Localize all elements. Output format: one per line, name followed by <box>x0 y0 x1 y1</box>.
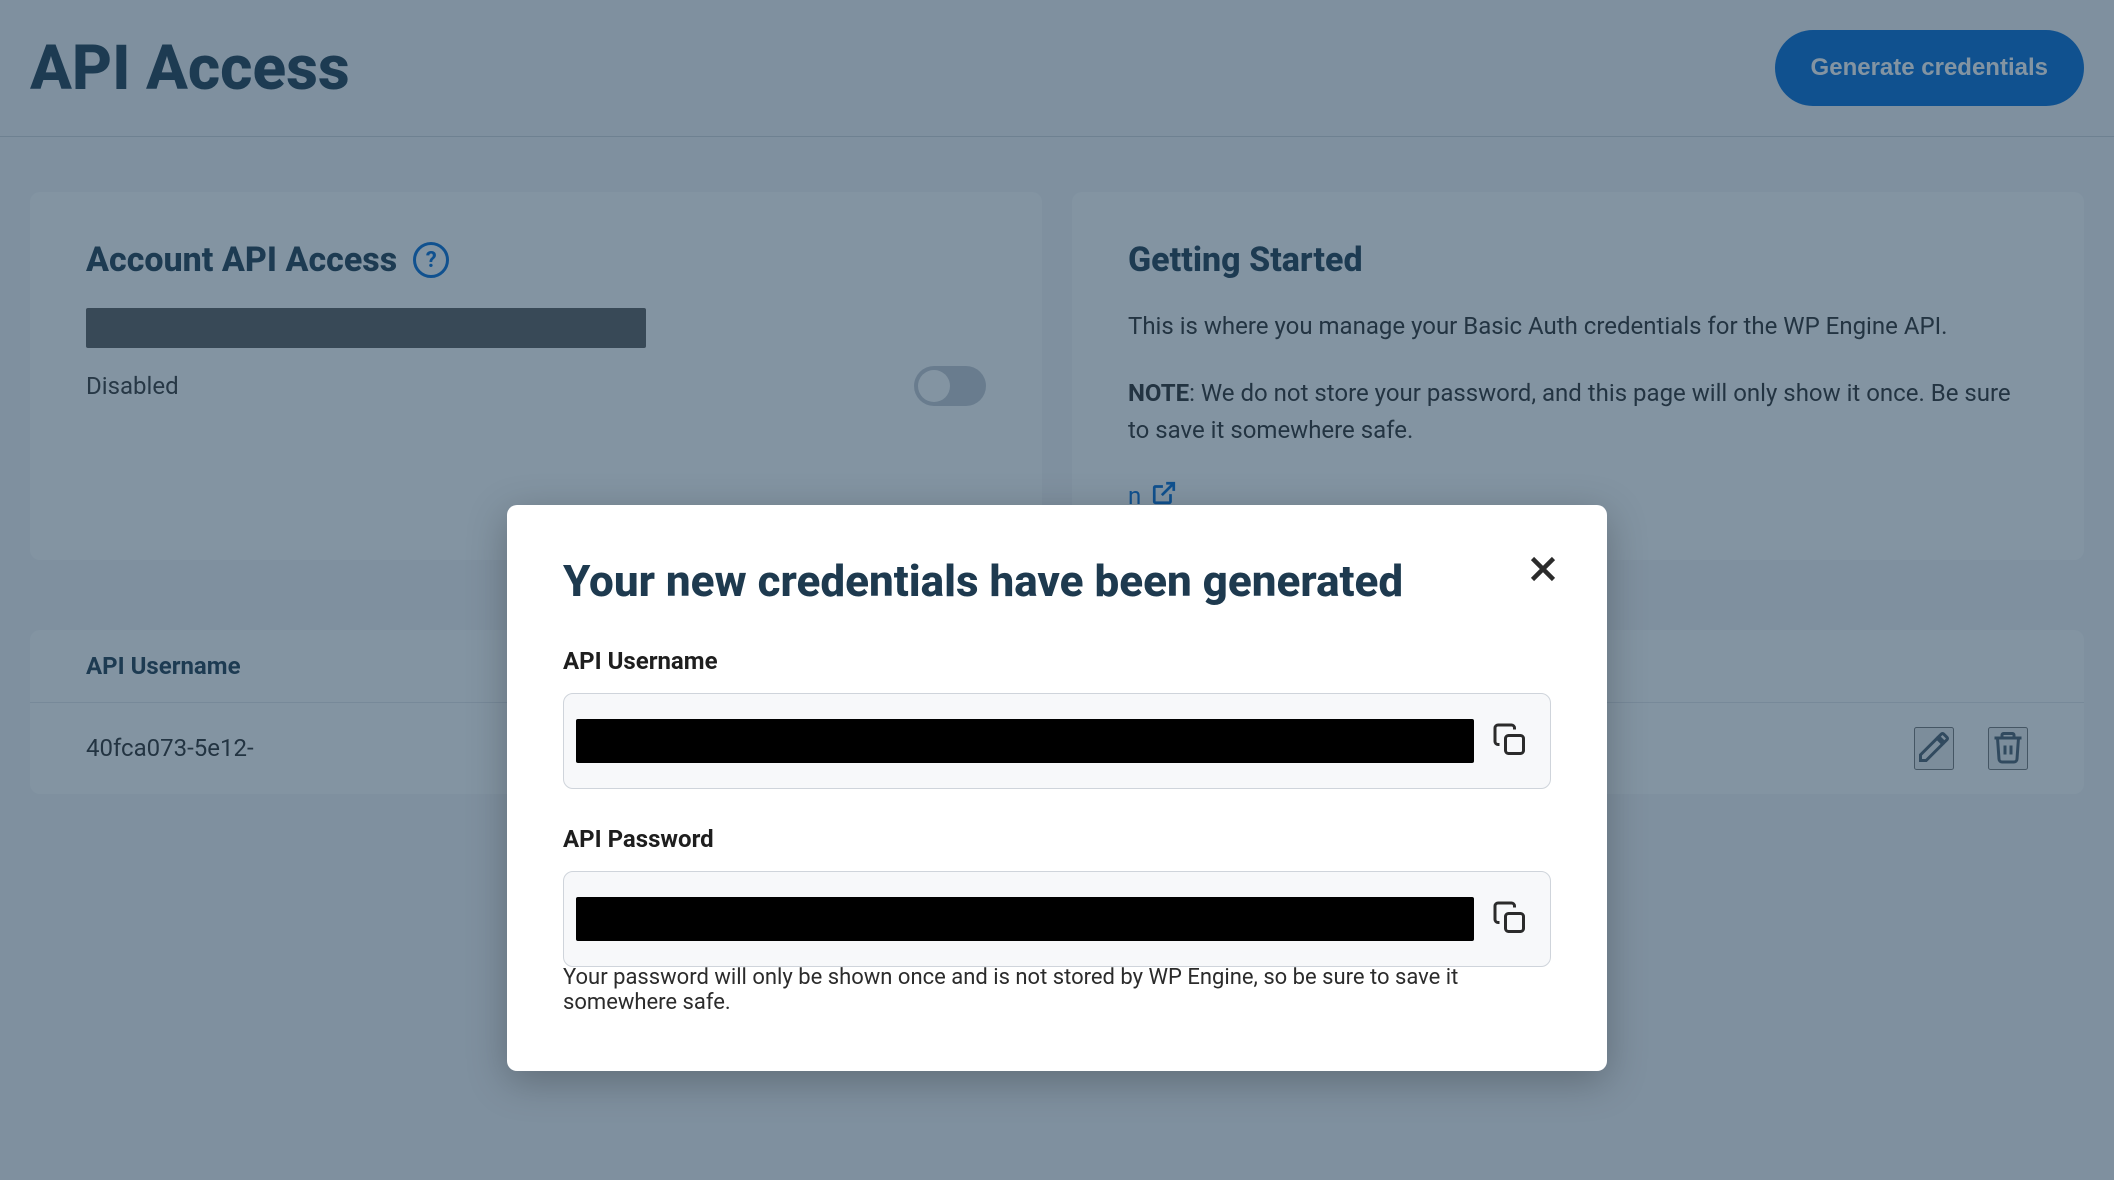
copy-password-button[interactable] <box>1492 900 1528 939</box>
credentials-modal: Your new credentials have been generated… <box>507 505 1607 1071</box>
copy-icon <box>1492 900 1528 936</box>
username-field-label: API Username <box>563 647 1551 675</box>
username-field-box <box>563 693 1551 789</box>
modal-overlay: Your new credentials have been generated… <box>0 0 2114 1180</box>
password-field-label: API Password <box>563 825 1551 853</box>
close-icon <box>1525 551 1561 587</box>
password-value-redacted <box>576 897 1474 941</box>
password-field-box <box>563 871 1551 967</box>
close-button[interactable] <box>1523 549 1563 589</box>
modal-title: Your new credentials have been generated <box>563 555 1551 607</box>
username-value-redacted <box>576 719 1474 763</box>
password-helper-text: Your password will only be shown once an… <box>563 965 1551 1015</box>
copy-icon <box>1492 722 1528 758</box>
copy-username-button[interactable] <box>1492 722 1528 761</box>
